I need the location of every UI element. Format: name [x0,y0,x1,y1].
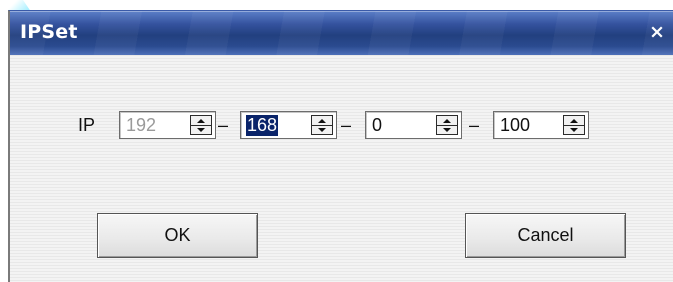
ip-octet-3-field[interactable]: 0 [365,111,462,139]
ip-separator-1: – [218,115,229,135]
ip-octet-2-field[interactable]: 168 [240,111,337,139]
ipset-dialog: IPSet IP 192 – 168 – 0 – 100 OK Cancel [8,10,673,282]
spin-down-icon[interactable] [564,125,584,134]
ip-separator-2: – [341,115,352,135]
ip-address-row: IP 192 – 168 – 0 – 100 [40,99,620,145]
close-icon[interactable] [649,24,665,40]
spin-down-icon[interactable] [191,125,211,134]
ip-octet-4-spinner[interactable] [563,115,585,135]
ip-label: IP [78,115,96,135]
spin-down-icon[interactable] [312,125,332,134]
ip-octet-3-value: 0 [372,115,383,135]
ip-octet-1-value: 192 [126,115,157,135]
ip-octet-1-spinner[interactable] [190,115,212,135]
ip-octet-3-spinner[interactable] [436,115,458,135]
ip-separator-3: – [469,115,480,135]
ip-octet-2-spinner[interactable] [311,115,333,135]
ok-button[interactable]: OK [97,213,258,258]
title-bar[interactable]: IPSet [10,11,673,55]
cancel-button[interactable]: Cancel [465,213,626,258]
ip-octet-4-field[interactable]: 100 [493,111,589,139]
spin-down-icon[interactable] [437,125,457,134]
window-title: IPSet [20,21,78,43]
ip-octet-4-value: 100 [500,115,531,135]
ip-octet-2-value: 168 [246,115,279,136]
ip-octet-1-field[interactable]: 192 [119,111,216,139]
